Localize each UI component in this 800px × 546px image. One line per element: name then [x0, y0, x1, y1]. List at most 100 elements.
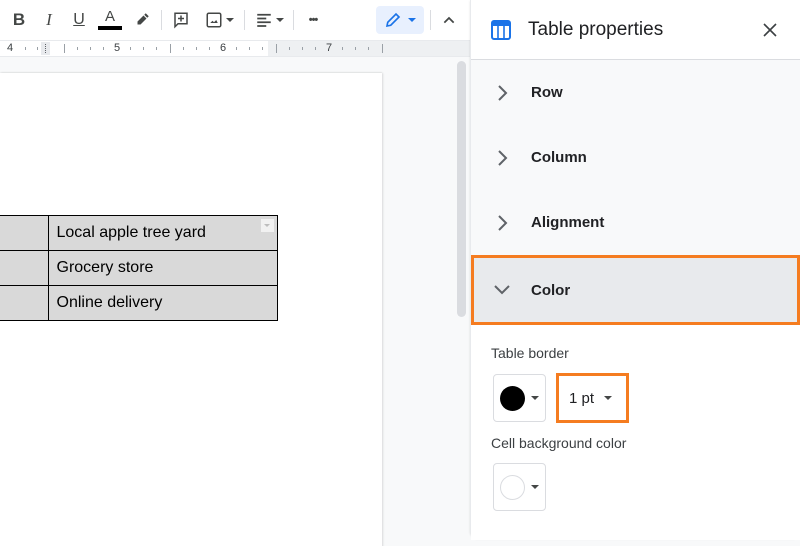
ruler-tick [262, 47, 263, 50]
ruler-tick [276, 44, 277, 53]
chevron-down-icon [604, 396, 613, 400]
ruler-number: 7 [326, 42, 333, 54]
ruler-tick [355, 47, 356, 50]
document-page[interactable]: Local apple tree yard Grocery store Onli… [0, 73, 382, 546]
cell-menu-icon[interactable] [260, 219, 274, 232]
toolbar-divider [430, 10, 431, 30]
border-color-button[interactable] [493, 374, 546, 422]
add-comment-icon [174, 12, 188, 29]
ruler-tick [289, 47, 290, 50]
chevron-down-icon [408, 18, 416, 22]
underline-button[interactable]: U [69, 6, 89, 34]
table-properties-panel: Table properties Row Column Alignment Co… [470, 0, 800, 540]
chevron-down-icon [275, 18, 284, 22]
italic-icon: I [46, 10, 52, 29]
pencil-icon [385, 12, 401, 28]
section-label: Color [531, 281, 571, 299]
document-canvas: Local apple tree yard Grocery store Onli… [0, 58, 470, 546]
ruler-tick [170, 44, 171, 53]
section-alignment[interactable]: Alignment [471, 190, 800, 255]
section-color[interactable]: Color [471, 255, 800, 325]
table-cell[interactable]: Grocery store [47, 250, 278, 286]
cell-text: Grocery store [56, 259, 154, 276]
color-section-body: Table border 1 pt Cell background color [471, 325, 800, 540]
table-cell[interactable] [0, 250, 49, 286]
ruler-tick [382, 44, 383, 53]
ruler-number: 6 [220, 42, 227, 54]
collapse-toolbar-button[interactable] [437, 6, 461, 34]
section-label: Column [531, 149, 587, 166]
highlight-button[interactable] [129, 6, 155, 34]
bold-button[interactable]: B [9, 6, 29, 34]
cell-background-label: Cell background color [491, 435, 627, 451]
ruler-tick [156, 47, 157, 50]
panel-title: Table properties [528, 18, 664, 40]
image-icon [206, 12, 221, 28]
border-width-value: 1 pt [569, 389, 595, 407]
app-root: B I U A ••• 4 5 6 7 Local apple tree yar… [0, 0, 800, 546]
close-icon [763, 22, 777, 37]
ruler-tick [90, 47, 91, 50]
bold-icon: B [12, 10, 26, 29]
table-cell[interactable] [0, 215, 49, 251]
panel-header: Table properties [471, 0, 800, 60]
table-cell[interactable]: Online delivery [47, 285, 278, 321]
border-color-swatch [500, 385, 525, 411]
ruler-tick [143, 47, 144, 50]
section-label: Alignment [531, 214, 605, 231]
ruler-tick [37, 47, 38, 50]
ruler-tick [249, 47, 250, 50]
chevron-up-icon [443, 16, 455, 24]
insert-image-button[interactable] [200, 6, 238, 34]
chevron-down-icon [531, 396, 539, 400]
chevron-right-icon [498, 214, 508, 231]
underline-icon: U [73, 11, 85, 28]
ruler-number: 4 [7, 42, 14, 54]
section-label: Row [531, 84, 563, 101]
cell-background-color-button[interactable] [493, 463, 546, 511]
table-icon [491, 19, 511, 40]
toolbar-divider [293, 10, 294, 30]
chevron-down-icon [494, 285, 510, 295]
table-row: Online delivery [0, 285, 278, 321]
table-border-label: Table border [491, 345, 569, 361]
indent-marker[interactable] [41, 42, 50, 55]
italic-button[interactable]: I [39, 6, 59, 34]
more-options-button[interactable]: ••• [300, 6, 326, 34]
chevron-down-icon [225, 18, 234, 22]
close-panel-button[interactable] [760, 20, 780, 40]
border-width-dropdown[interactable]: 1 pt [556, 373, 629, 423]
ruler-tick [64, 44, 65, 53]
ruler-tick [183, 47, 184, 50]
ruler-tick [209, 47, 210, 50]
ruler-tick [368, 47, 369, 50]
toolbar-divider [161, 10, 162, 30]
editing-mode-button[interactable] [376, 6, 424, 34]
ruler-margin-area [268, 41, 470, 56]
cell-background-controls [491, 463, 800, 511]
ruler-number: 5 [114, 42, 121, 54]
section-column[interactable]: Column [471, 125, 800, 190]
table-row: Grocery store [0, 250, 278, 286]
formatting-toolbar: B I U A ••• [0, 0, 470, 40]
vertical-scrollbar[interactable] [457, 61, 466, 317]
ruler-tick [236, 47, 237, 50]
align-button[interactable] [251, 6, 287, 34]
horizontal-ruler[interactable]: 4 5 6 7 [0, 40, 470, 57]
panel-sections: Row Column Alignment Color [471, 60, 800, 325]
ruler-tick [103, 47, 104, 50]
section-row[interactable]: Row [471, 60, 800, 125]
ruler-tick [25, 47, 26, 50]
text-color-button[interactable]: A [97, 6, 123, 34]
insert-comment-button[interactable] [168, 6, 194, 34]
chevron-down-icon [531, 485, 539, 489]
document-table[interactable]: Local apple tree yard Grocery store Onli… [0, 215, 278, 321]
ruler-tick [77, 47, 78, 50]
cell-text: Local apple tree yard [56, 224, 206, 241]
cell-background-swatch [500, 474, 525, 500]
table-cell[interactable] [0, 285, 49, 321]
ruler-tick [302, 47, 303, 50]
ruler-tick [315, 47, 316, 50]
table-cell[interactable]: Local apple tree yard [47, 215, 278, 251]
align-left-icon [256, 13, 271, 27]
